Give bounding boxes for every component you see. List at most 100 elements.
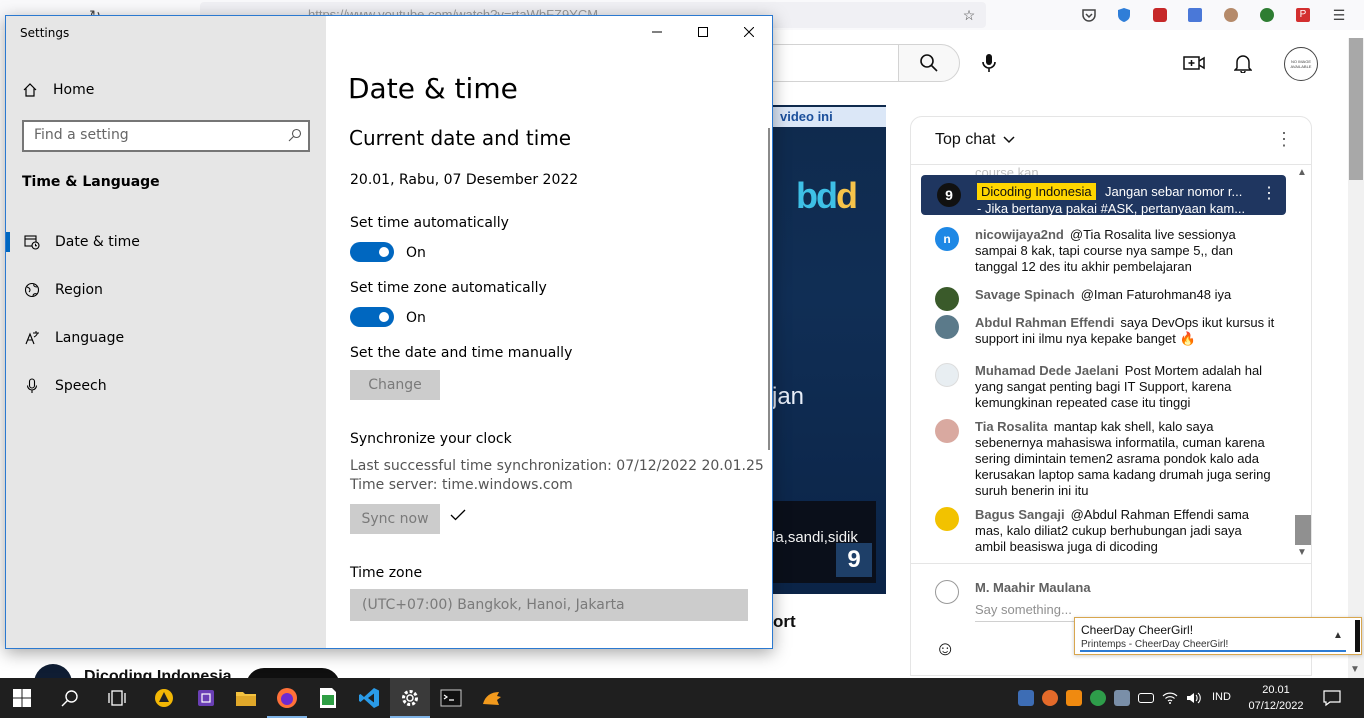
shield-extension-icon[interactable]	[1113, 4, 1135, 26]
sync-last-time: Last successful time synchronization: 07…	[350, 458, 764, 474]
find-setting-input[interactable]	[34, 127, 284, 143]
search-icon[interactable]	[288, 128, 302, 147]
close-icon[interactable]	[726, 16, 772, 48]
chat-scroll-down-icon[interactable]: ▼	[1297, 547, 1307, 558]
youtube-search-input[interactable]	[770, 44, 898, 82]
action-center-button[interactable]	[1312, 678, 1352, 718]
extension-face-icon[interactable]	[1220, 4, 1242, 26]
minimize-icon[interactable]	[634, 16, 680, 48]
task-view-button[interactable]	[97, 678, 137, 718]
wifi-icon[interactable]	[1162, 690, 1178, 706]
chat-author[interactable]: Tia Rosalita	[975, 419, 1048, 434]
taskbar-search-button[interactable]	[50, 678, 90, 718]
pinned-message[interactable]: 9 Dicoding Indonesia Jangan sebar nomor …	[921, 175, 1286, 215]
translate-icon[interactable]	[1184, 4, 1206, 26]
timezone-select[interactable]: (UTC+07:00) Bangkok, Hanoi, Jakarta	[350, 589, 748, 621]
set-timezone-auto-toggle[interactable]	[350, 307, 394, 327]
page-scroll-down-icon[interactable]: ▼	[1350, 664, 1360, 675]
more-options-icon[interactable]: ⋮	[1275, 129, 1293, 150]
tray-app-icon[interactable]	[1042, 690, 1058, 706]
input-language[interactable]: IND	[1212, 691, 1231, 703]
account-avatar[interactable]: NO IMAGE AVAILABLE	[1284, 47, 1318, 81]
extension-globe-icon[interactable]	[1256, 4, 1278, 26]
pinned-more-icon[interactable]: ⋮	[1261, 183, 1277, 203]
notification-volume-bar	[1355, 620, 1360, 652]
chat-scroll-up-icon[interactable]: ▲	[1297, 167, 1307, 178]
chat-author[interactable]: Savage Spinach	[975, 287, 1075, 302]
sync-heading: Synchronize your clock	[350, 431, 512, 447]
extension-p-icon[interactable]: P	[1292, 4, 1314, 26]
chat-message-body: nicowijaya2nd @Tia Rosalita live sessiony…	[975, 227, 1275, 275]
taskbar-vscode[interactable]	[349, 678, 389, 718]
clock-time: 20.01	[1262, 684, 1290, 696]
start-button[interactable]	[2, 678, 42, 718]
mic-icon	[982, 54, 996, 72]
volume-icon[interactable]	[1186, 690, 1202, 706]
taskbar-settings[interactable]	[390, 678, 430, 718]
gear-icon	[402, 690, 418, 706]
notifications-button[interactable]	[1223, 43, 1263, 83]
chevron-down-icon[interactable]	[1003, 133, 1015, 147]
steam-tray-icon[interactable]	[1018, 690, 1034, 706]
tray-app-icon[interactable]	[1066, 690, 1082, 706]
taskbar-clock[interactable]: 20.01 07/12/2022	[1246, 682, 1306, 714]
sidebar-item-label: Date & time	[55, 234, 140, 250]
menu-icon[interactable]: ☰	[1328, 4, 1350, 26]
find-setting-box[interactable]	[22, 120, 310, 152]
chat-author[interactable]: Abdul Rahman Effendi	[975, 315, 1114, 330]
youtube-search-button[interactable]	[898, 44, 960, 82]
chat-avatar	[935, 287, 959, 311]
taskbar-firefox[interactable]	[267, 678, 307, 718]
chat-avatar	[935, 363, 959, 387]
sidebar-item-speech[interactable]: Speech	[6, 366, 326, 406]
chat-mode-dropdown[interactable]: Top chat	[935, 131, 995, 149]
bookmark-star-icon[interactable]: ☆	[958, 4, 980, 26]
chat-user-name: M. Maahir Maulana	[975, 580, 1091, 595]
active-indicator	[6, 232, 10, 252]
sidebar-item-label: Language	[55, 330, 125, 346]
notification-icon	[1323, 690, 1341, 707]
chat-author[interactable]: nicowijaya2nd	[975, 227, 1064, 242]
sidebar-item-date-time[interactable]: Date & time	[6, 222, 326, 262]
sidebar-item-region[interactable]: Region	[6, 270, 326, 310]
taskbar-terminal[interactable]	[431, 678, 471, 718]
battery-icon[interactable]	[1138, 693, 1154, 703]
taskbar-app-triangle[interactable]	[144, 678, 184, 718]
sidebar-home[interactable]: Home	[22, 78, 94, 102]
pinned-avatar: 9	[937, 183, 961, 207]
video-title-fragment: ort	[773, 612, 796, 631]
chevron-up-icon[interactable]: ▲	[1333, 630, 1343, 641]
set-time-auto-toggle[interactable]	[350, 242, 394, 262]
emoji-icon[interactable]: ☺	[935, 638, 955, 661]
settings-sidebar: Settings Home Time & Language Date & tim…	[6, 16, 326, 648]
page-title: Date & time	[348, 72, 518, 105]
taskbar-app-purple[interactable]	[186, 678, 226, 718]
chat-avatar	[935, 315, 959, 339]
folder-icon	[236, 692, 256, 706]
chat-scrollbar-thumb[interactable]	[1295, 515, 1311, 545]
video-corner-badge: 9	[836, 543, 872, 577]
page-scrollbar-thumb[interactable]	[1349, 38, 1363, 180]
settings-scrollbar[interactable]	[768, 128, 770, 450]
windows-icon	[13, 689, 31, 707]
video-player[interactable]: video ini bdd jan la,sandi,sidik 9	[772, 105, 886, 594]
set-timezone-auto-label: Set time zone automatically	[350, 280, 547, 296]
sidebar-item-language[interactable]: Language	[6, 318, 326, 358]
taskbar-app-cat[interactable]	[472, 678, 512, 718]
taskbar-file-explorer[interactable]	[226, 678, 266, 718]
tray-app-icon[interactable]	[1114, 690, 1130, 706]
extension-red-icon[interactable]	[1149, 4, 1171, 26]
tray-app-icon[interactable]	[1090, 690, 1106, 706]
chat-author[interactable]: Bagus Sangaji	[975, 507, 1065, 522]
maximize-icon[interactable]	[680, 16, 726, 48]
firefox-icon	[277, 688, 297, 708]
create-video-button[interactable]	[1174, 43, 1214, 83]
taskbar-spreadsheet[interactable]	[308, 678, 348, 718]
change-button[interactable]: Change	[350, 370, 440, 400]
clock-date: 07/12/2022	[1248, 700, 1304, 712]
pocket-icon[interactable]	[1078, 4, 1100, 26]
sync-now-button[interactable]: Sync now	[350, 504, 440, 534]
mic-button[interactable]	[969, 43, 1009, 83]
chat-author[interactable]: Muhamad Dede Jaelani	[975, 363, 1119, 378]
video-overlay-text: jan	[772, 383, 805, 410]
